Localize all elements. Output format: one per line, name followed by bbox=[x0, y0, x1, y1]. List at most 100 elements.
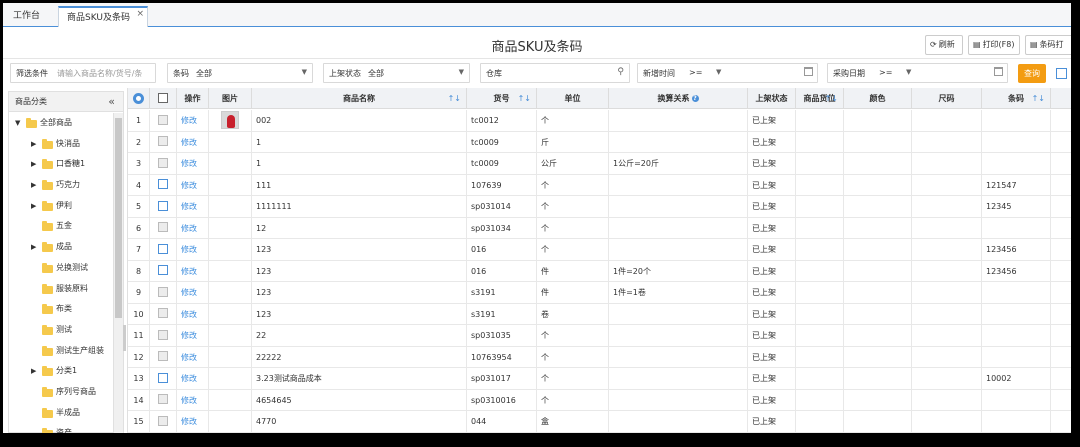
query-button[interactable]: 查询 bbox=[1018, 64, 1046, 83]
sort-icon[interactable]: ↑↓ bbox=[1032, 88, 1045, 108]
table-row[interactable]: 12 修改 22222 10763954 个 已上架 bbox=[128, 346, 1071, 368]
close-icon[interactable]: × bbox=[136, 4, 144, 25]
tree-node[interactable]: ▼ 全部商品 bbox=[9, 113, 113, 134]
column-header-gear[interactable] bbox=[128, 88, 150, 108]
tree-node[interactable]: ▶ 巧克力 bbox=[9, 175, 113, 196]
tree-node[interactable]: ▶ 分类1 bbox=[9, 361, 113, 382]
caret-right-icon[interactable]: ▶ bbox=[31, 175, 36, 196]
row-select-cell[interactable] bbox=[150, 217, 177, 238]
added-time-field[interactable]: 新增时间 >= ▼ bbox=[637, 63, 818, 83]
tree-node[interactable]: 兑换测试 bbox=[9, 258, 113, 279]
row-checkbox[interactable] bbox=[158, 243, 168, 254]
row-checkbox[interactable] bbox=[158, 157, 168, 168]
tree-node[interactable]: ▶ 口香糖1 bbox=[9, 154, 113, 175]
sort-icon[interactable]: ↑↓ bbox=[448, 88, 461, 108]
tab-sku-barcode[interactable]: 商品SKU及条码 × bbox=[58, 6, 148, 27]
table-row[interactable]: 6 修改 12 sp031034 个 已上架 bbox=[128, 217, 1071, 239]
row-checkbox[interactable] bbox=[158, 179, 168, 189]
filter-search-field[interactable]: 筛选条件 请输入商品名称/货号/条 bbox=[10, 63, 156, 83]
row-checkbox[interactable] bbox=[158, 222, 168, 232]
table-row[interactable]: 1 修改 002 tc0012 个 已上架 bbox=[128, 110, 1071, 132]
row-checkbox[interactable] bbox=[158, 265, 168, 275]
warehouse-field[interactable]: 仓库 ⚲ bbox=[480, 63, 630, 83]
row-checkbox[interactable] bbox=[158, 351, 168, 361]
row-checkbox[interactable] bbox=[158, 372, 168, 383]
column-header-barcode[interactable]: 条码 ↑↓ bbox=[982, 88, 1051, 108]
caret-right-icon[interactable]: ▶ bbox=[31, 237, 36, 258]
row-checkbox[interactable] bbox=[158, 394, 168, 404]
row-select-cell[interactable] bbox=[150, 196, 177, 217]
row-select-cell[interactable] bbox=[150, 282, 177, 303]
edit-link[interactable]: 修改 bbox=[177, 303, 209, 324]
row-checkbox[interactable] bbox=[158, 200, 168, 211]
tab-home[interactable]: 工作台 bbox=[5, 6, 48, 27]
tree-node[interactable]: 测试生产组装 bbox=[9, 341, 113, 362]
edit-link[interactable]: 修改 bbox=[177, 368, 209, 389]
table-row[interactable]: 15 修改 4770 044 盒 已上架 bbox=[128, 411, 1071, 433]
edit-link[interactable]: 修改 bbox=[177, 174, 209, 195]
row-select-cell[interactable] bbox=[150, 110, 177, 131]
table-row[interactable]: 14 修改 4654645 sp0310016 个 已上架 bbox=[128, 389, 1071, 411]
sidebar-scrollbar[interactable] bbox=[113, 113, 123, 433]
sort-icon[interactable]: ↑↓ bbox=[518, 88, 531, 108]
scrollbar-thumb[interactable] bbox=[115, 118, 122, 318]
select-all-checkbox[interactable] bbox=[158, 92, 168, 103]
row-select-cell[interactable] bbox=[150, 239, 177, 260]
column-header-chk[interactable] bbox=[150, 88, 177, 108]
edit-link[interactable]: 修改 bbox=[177, 153, 209, 174]
tree-node[interactable]: 测试 bbox=[9, 320, 113, 341]
table-row[interactable]: 9 修改 123 s3191 件 1件=1卷 已上架 bbox=[128, 282, 1071, 304]
tree-node[interactable]: 服装原料 bbox=[9, 279, 113, 300]
caret-right-icon[interactable]: ▶ bbox=[31, 134, 36, 155]
edit-link[interactable]: 修改 bbox=[177, 260, 209, 281]
tree-node[interactable]: ▶ 快消品 bbox=[9, 134, 113, 155]
row-select-cell[interactable] bbox=[150, 411, 177, 432]
table-row[interactable]: 7 修改 123 016 个 已上架 123456 bbox=[128, 239, 1071, 261]
tree-node[interactable]: ▶ 伊利 bbox=[9, 196, 113, 217]
table-row[interactable]: 8 修改 123 016 件 1件=20个 已上架 123456 bbox=[128, 260, 1071, 282]
tree-node[interactable]: 半成品 bbox=[9, 403, 113, 424]
barcode-print-button[interactable]: ▤ 条码打 bbox=[1025, 35, 1071, 55]
caret-right-icon[interactable]: ▶ bbox=[31, 361, 36, 382]
calendar-icon[interactable] bbox=[994, 67, 1003, 76]
status-select[interactable]: 上架状态 全部 ▼ bbox=[323, 63, 470, 83]
barcode-select[interactable]: 条码 全部 ▼ bbox=[167, 63, 313, 83]
row-select-cell[interactable] bbox=[150, 260, 177, 281]
table-row[interactable]: 5 修改 1111111 sp031014 个 已上架 12345 bbox=[128, 196, 1071, 218]
table-row[interactable]: 4 修改 111 107639 个 已上架 121547 bbox=[128, 174, 1071, 196]
table-row[interactable]: 3 修改 1 tc0009 公斤 1公斤=20斤 已上架 bbox=[128, 153, 1071, 175]
edit-link[interactable]: 修改 bbox=[177, 325, 209, 346]
table-row[interactable]: 13 修改 3.23测试商品成本 sp031017 个 已上架 10002 bbox=[128, 368, 1071, 390]
column-header-name[interactable]: 商品名称 ↑↓ bbox=[252, 88, 467, 108]
row-select-cell[interactable] bbox=[150, 325, 177, 346]
edit-link[interactable]: 修改 bbox=[177, 389, 209, 410]
tree-node[interactable]: 资产 bbox=[9, 423, 113, 433]
refresh-button[interactable]: ⟳ 刷新 bbox=[925, 35, 963, 55]
table-row[interactable]: 10 修改 123 s3191 卷 已上架 bbox=[128, 303, 1071, 325]
option-checkbox[interactable] bbox=[1056, 68, 1067, 79]
column-header-code[interactable]: 货号 ↑↓ bbox=[467, 88, 537, 108]
caret-right-icon[interactable]: ▶ bbox=[31, 154, 36, 175]
row-checkbox[interactable] bbox=[158, 114, 168, 125]
edit-link[interactable]: 修改 bbox=[177, 282, 209, 303]
row-select-cell[interactable] bbox=[150, 153, 177, 174]
caret-right-icon[interactable]: ▶ bbox=[31, 196, 36, 217]
edit-link[interactable]: 修改 bbox=[177, 217, 209, 238]
edit-link[interactable]: 修改 bbox=[177, 346, 209, 367]
edit-link[interactable]: 修改 bbox=[177, 110, 209, 131]
table-row[interactable]: 11 修改 22 sp031035 个 已上架 bbox=[128, 325, 1071, 347]
row-checkbox[interactable] bbox=[158, 286, 168, 297]
gear-icon[interactable] bbox=[133, 93, 144, 104]
row-checkbox[interactable] bbox=[158, 415, 168, 426]
edit-link[interactable]: 修改 bbox=[177, 411, 209, 432]
row-checkbox[interactable] bbox=[158, 136, 168, 146]
resize-handle[interactable] bbox=[123, 325, 126, 351]
collapse-icon[interactable]: « bbox=[108, 92, 115, 112]
caret-down-icon[interactable]: ▼ bbox=[15, 113, 20, 134]
table-row[interactable]: 2 修改 1 tc0009 斤 已上架 bbox=[128, 131, 1071, 153]
row-select-cell[interactable] bbox=[150, 131, 177, 152]
search-icon[interactable]: ⚲ bbox=[617, 67, 624, 77]
row-select-cell[interactable] bbox=[150, 389, 177, 410]
tree-node[interactable]: 五金 bbox=[9, 216, 113, 237]
column-header-loc[interactable]: 商品货位 ↑↓ bbox=[796, 88, 844, 108]
